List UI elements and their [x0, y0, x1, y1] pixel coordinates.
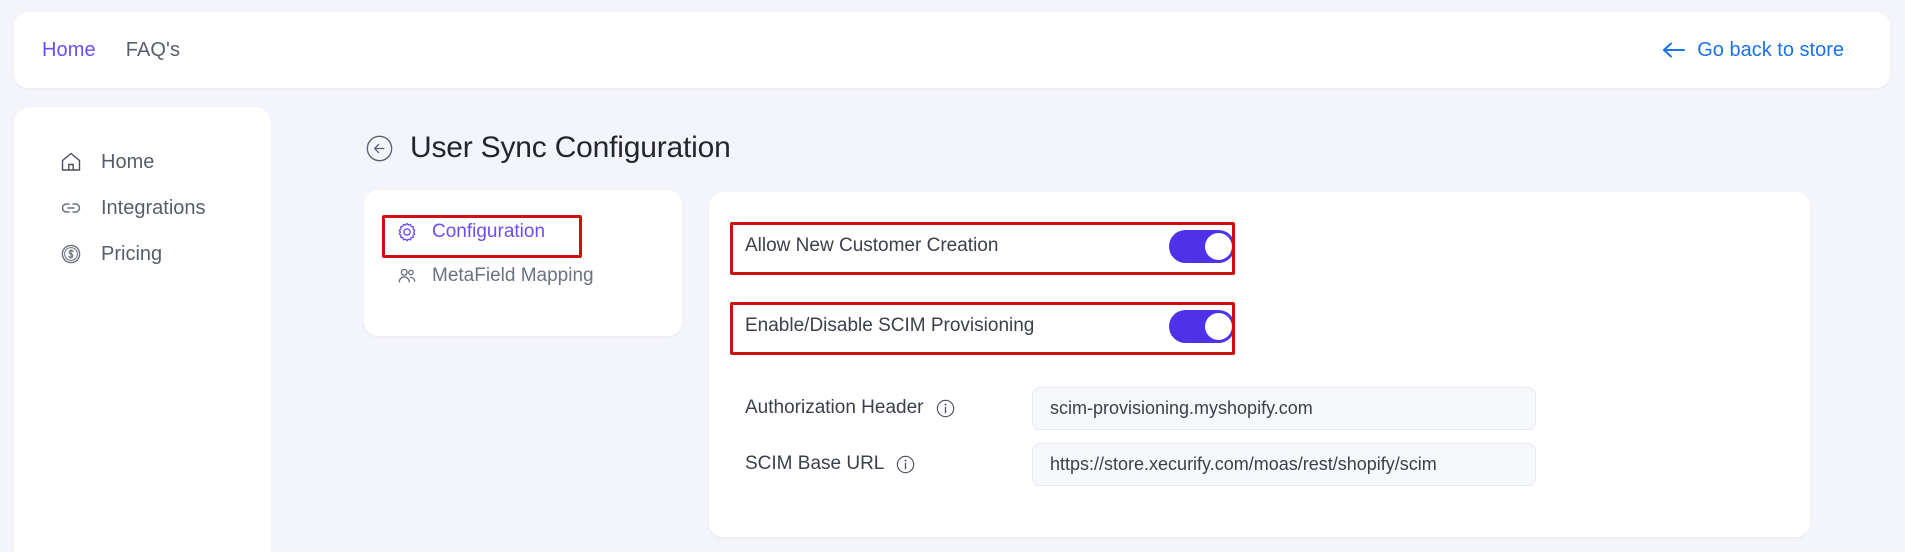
allow-new-customer-creation-toggle[interactable]: [1169, 229, 1235, 263]
sidebar-item-label: Home: [101, 150, 155, 173]
toggle-knob: [1205, 312, 1232, 340]
sidebar-item-home[interactable]: Home: [14, 139, 271, 185]
page-title: User Sync Configuration: [410, 131, 731, 164]
top-header-bar: Home FAQ's Go back to store: [14, 12, 1890, 88]
home-icon: [61, 152, 81, 171]
sidebar: Home Integrations Pricing: [14, 107, 271, 552]
info-icon[interactable]: [896, 455, 915, 474]
gear-icon: [398, 222, 416, 242]
tab-metafield-mapping[interactable]: MetaField Mapping: [364, 254, 682, 298]
authorization-header-input[interactable]: scim-provisioning.myshopify.com: [1032, 386, 1536, 430]
link-icon: [61, 203, 81, 213]
tab-label: MetaField Mapping: [432, 265, 594, 286]
authorization-header-row: Authorization Header scim-provisioning.m…: [745, 386, 1775, 430]
sidebar-item-label: Pricing: [101, 242, 163, 265]
settings-tabs-card: Configuration MetaField Mapping: [364, 190, 682, 336]
enable-disable-scim-provisioning-toggle[interactable]: [1169, 309, 1235, 343]
page-header: User Sync Configuration: [366, 131, 731, 165]
authorization-header-label-text: Authorization Header: [745, 397, 924, 418]
dollar-circle-icon: [61, 244, 81, 264]
scim-base-url-input[interactable]: https://store.xecurify.com/moas/rest/sho…: [1032, 442, 1536, 486]
top-navigation: Home FAQ's: [42, 40, 180, 60]
go-back-to-store-link[interactable]: Go back to store: [1662, 40, 1844, 60]
topnav-item-home[interactable]: Home: [42, 40, 96, 60]
sidebar-item-pricing[interactable]: Pricing: [14, 231, 271, 277]
configuration-panel: Allow New Customer Creation Enable/Disab…: [709, 192, 1810, 537]
enable-disable-scim-provisioning-label: Enable/Disable SCIM Provisioning: [745, 315, 1035, 336]
back-arrow-circle-icon[interactable]: [366, 135, 393, 162]
topnav-item-faqs[interactable]: FAQ's: [126, 40, 180, 60]
allow-new-customer-creation-row: Allow New Customer Creation: [745, 223, 1235, 269]
app-page: Home FAQ's Go back to store Home Integra…: [0, 0, 1905, 552]
allow-new-customer-creation-label: Allow New Customer Creation: [745, 235, 999, 256]
scim-base-url-value: https://store.xecurify.com/moas/rest/sho…: [1050, 453, 1437, 474]
users-icon: [398, 268, 416, 283]
tab-label: Configuration: [432, 221, 546, 242]
tab-configuration[interactable]: Configuration: [364, 210, 682, 254]
scim-base-url-label-text: SCIM Base URL: [745, 453, 885, 474]
authorization-header-label: Authorization Header: [745, 397, 955, 419]
scim-base-url-row: SCIM Base URL https://store.xecurify.com…: [745, 442, 1775, 486]
scim-base-url-label: SCIM Base URL: [745, 453, 915, 475]
authorization-header-value: scim-provisioning.myshopify.com: [1050, 397, 1313, 418]
sidebar-item-label: Integrations: [101, 196, 206, 219]
info-icon[interactable]: [936, 399, 955, 418]
sidebar-item-integrations[interactable]: Integrations: [14, 185, 271, 231]
go-back-to-store-label: Go back to store: [1697, 39, 1844, 61]
left-arrow-icon: [1663, 42, 1686, 58]
enable-disable-scim-provisioning-row: Enable/Disable SCIM Provisioning: [745, 303, 1235, 349]
toggle-knob: [1205, 232, 1232, 260]
